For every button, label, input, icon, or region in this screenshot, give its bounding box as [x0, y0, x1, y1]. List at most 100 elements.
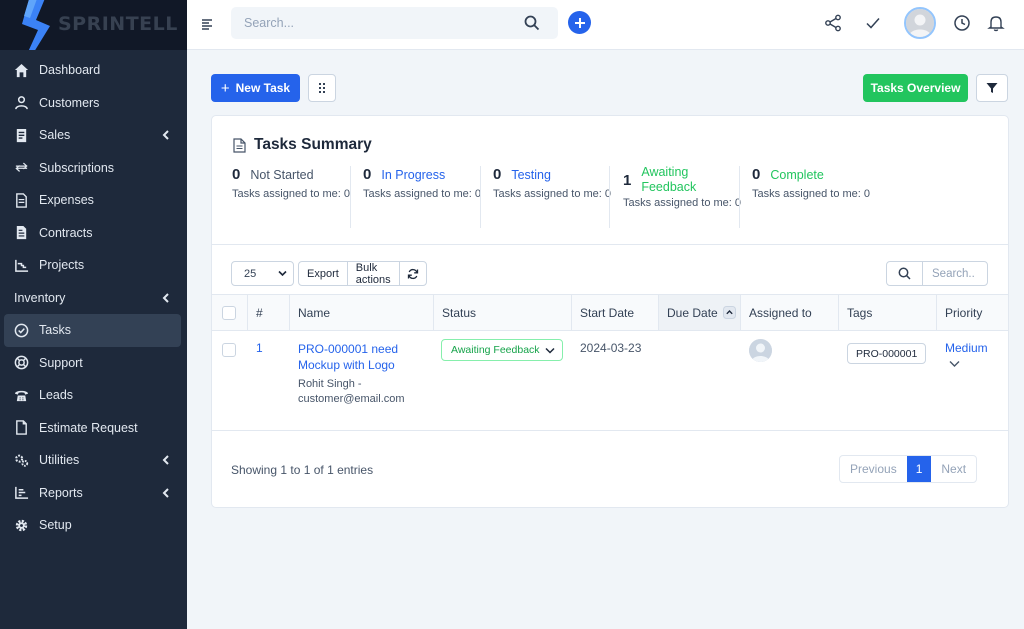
column-header-label: Due Date [667, 305, 718, 320]
stat-divider [350, 166, 351, 228]
column-header-start-date[interactable]: Start Date [572, 295, 659, 330]
page-size-select[interactable]: 25 [231, 261, 294, 286]
avatar-placeholder-icon [906, 9, 934, 37]
refresh-button[interactable] [400, 262, 426, 285]
column-header-due-date[interactable]: Due Date [659, 295, 741, 330]
sidebar-item-label: Sales [39, 128, 71, 143]
table-actions: Export Bulk actions [298, 261, 427, 286]
user-icon [13, 95, 29, 111]
start-date: 2024-03-23 [580, 341, 642, 355]
entries-info: Showing 1 to 1 of 1 entries [231, 463, 374, 477]
sidebar-item-sales[interactable]: Sales [0, 119, 187, 152]
sidebar-item-tasks[interactable]: Tasks [4, 314, 181, 347]
quick-add-button[interactable] [568, 11, 591, 34]
sidebar-item-setup[interactable]: Setup [0, 509, 187, 542]
search-icon [898, 267, 911, 280]
task-id[interactable]: 1 [256, 341, 263, 355]
chevron-left-icon [161, 129, 171, 141]
task-customer: Rohit Singh - customer@email.com [298, 378, 405, 405]
status-dropdown[interactable]: Awaiting Feedback [441, 339, 563, 361]
sidebar-item-contracts[interactable]: Contracts [0, 217, 187, 250]
column-header-name[interactable]: Name [290, 295, 434, 330]
column-header-number[interactable]: # [248, 295, 290, 330]
table-row[interactable]: 1 PRO-000001 need Mockup with Logo Rohit… [212, 331, 1008, 431]
check-circle-icon [13, 322, 29, 338]
stat-count: 0 [363, 166, 372, 183]
page-size-value: 25 [244, 267, 257, 280]
priority-dropdown[interactable]: Medium [945, 341, 988, 355]
stat-count: 0 [232, 166, 241, 183]
document-icon [233, 137, 246, 153]
plus-icon [574, 17, 585, 28]
logo[interactable]: SPRINTELL [0, 0, 187, 50]
stat-testing[interactable]: 0 Testing Tasks assigned to me: 0 [493, 166, 623, 202]
page-button-current[interactable]: 1 [906, 456, 932, 482]
chevron-down-icon [278, 270, 287, 277]
main-content: + New Task Tasks Overview Tasks Summary … [187, 50, 1024, 629]
bell-icon[interactable] [987, 14, 1005, 32]
task-name-link[interactable]: PRO-000001 need Mockup with Logo [298, 341, 418, 373]
sidebar-item-dashboard[interactable]: Dashboard [0, 54, 187, 87]
sidebar-item-support[interactable]: Support [0, 347, 187, 380]
column-header-priority[interactable]: Priority [937, 295, 1008, 330]
chevron-down-icon[interactable] [949, 360, 960, 368]
share-icon[interactable] [824, 14, 842, 32]
next-page-button[interactable]: Next [931, 456, 976, 482]
new-task-button[interactable]: + New Task [211, 74, 300, 102]
previous-page-button[interactable]: Previous [840, 456, 907, 482]
chart-icon [13, 257, 29, 273]
column-header-tags[interactable]: Tags [839, 295, 937, 330]
export-button[interactable]: Export [299, 262, 348, 285]
checkmark-icon[interactable] [864, 14, 882, 32]
tasks-overview-button[interactable]: Tasks Overview [863, 74, 968, 102]
search-input[interactable] [231, 7, 501, 39]
stat-in-progress[interactable]: 0 In Progress Tasks assigned to me: 0 [363, 166, 493, 202]
sidebar-item-label: Contracts [39, 225, 93, 240]
clock-icon[interactable] [953, 14, 971, 32]
stat-label: In Progress [381, 168, 446, 182]
sidebar-item-expenses[interactable]: Expenses [0, 184, 187, 217]
stat-complete[interactable]: 0 Complete Tasks assigned to me: 0 [752, 166, 882, 202]
row-checkbox[interactable] [222, 343, 236, 357]
table-search-button[interactable] [886, 261, 923, 286]
stat-not-started[interactable]: 0 Not Started Tasks assigned to me: 0 [232, 166, 362, 202]
lifebuoy-icon [13, 355, 29, 371]
sidebar-item-label: Inventory [14, 290, 66, 305]
stat-count: 0 [493, 166, 502, 183]
stat-sub: Tasks assigned to me: 0 [493, 188, 612, 200]
sidebar-item-subscriptions[interactable]: Subscriptions [0, 152, 187, 185]
select-all-checkbox[interactable] [222, 305, 236, 320]
table-search-input[interactable]: Search.. [922, 261, 988, 286]
search-icon[interactable] [524, 15, 540, 31]
receipt-icon [13, 127, 29, 143]
bar-chart-icon [13, 485, 29, 501]
bulk-actions-button[interactable]: Bulk actions [348, 262, 400, 286]
sidebar-item-utilities[interactable]: Utilities [0, 444, 187, 477]
refresh-icon [407, 268, 418, 279]
column-header-status[interactable]: Status [434, 295, 572, 330]
sidebar-item-leads[interactable]: Leads [0, 379, 187, 412]
sidebar-item-inventory[interactable]: Inventory [0, 282, 187, 315]
stat-awaiting-feedback[interactable]: 1 Awaiting Feedback Tasks assigned to me:… [623, 165, 753, 211]
menu-toggle-icon[interactable] [201, 18, 213, 30]
tag-badge[interactable]: PRO-000001 [847, 343, 927, 364]
logo-mark-icon [22, 0, 50, 50]
grid-dots-icon [319, 83, 325, 93]
sidebar-item-label: Reports [39, 485, 83, 500]
column-header-assigned-to[interactable]: Assigned to [741, 295, 839, 330]
kanban-toggle-button[interactable] [308, 74, 336, 102]
sidebar-item-estimate-request[interactable]: Estimate Request [0, 412, 187, 445]
sidebar-item-label: Support [39, 355, 83, 370]
sidebar-item-projects[interactable]: Projects [0, 249, 187, 282]
sidebar-item-reports[interactable]: Reports [0, 477, 187, 510]
sidebar-item-label: Projects [39, 258, 85, 273]
stat-count: 1 [623, 172, 632, 189]
user-avatar[interactable] [904, 7, 936, 39]
stat-count: 0 [752, 166, 761, 183]
assignee-avatar[interactable] [749, 339, 772, 362]
phone-icon [13, 387, 29, 403]
chevron-down-icon [545, 347, 555, 354]
filter-button[interactable] [976, 74, 1008, 102]
document-icon [13, 420, 29, 436]
sidebar-item-customers[interactable]: Customers [0, 87, 187, 120]
